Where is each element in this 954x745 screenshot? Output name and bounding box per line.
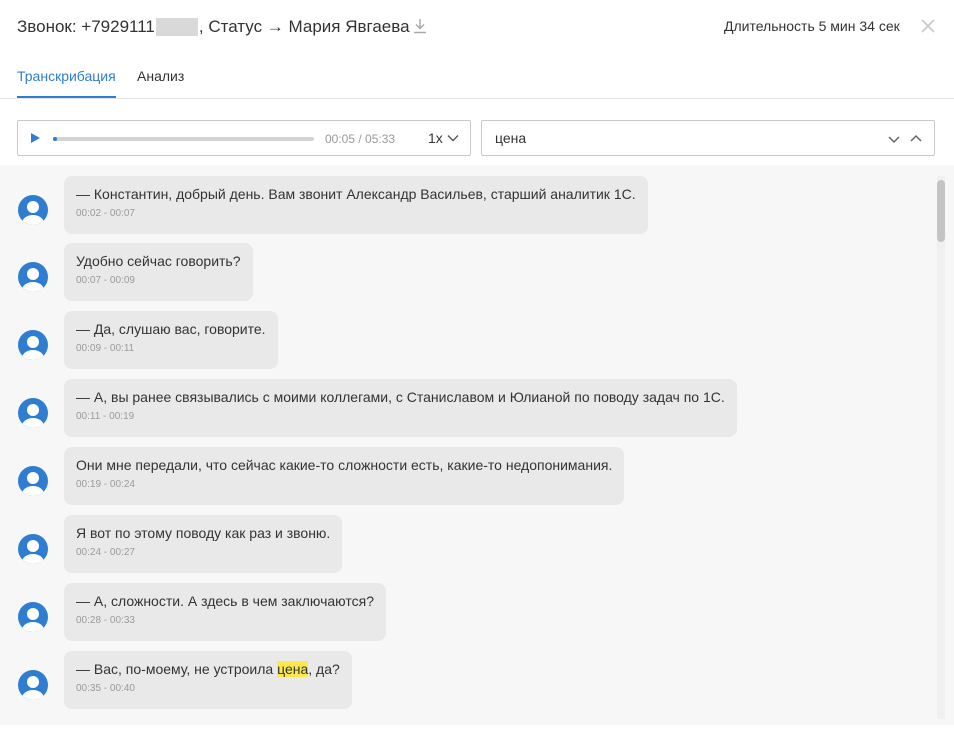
masked-phone-digits	[155, 18, 198, 36]
tab-bar: Транскрибация Анализ	[0, 58, 954, 99]
tab-transcription[interactable]: Транскрибация	[17, 68, 116, 98]
message-bubble: Я вот по этому поводу как раз и звоню. 0…	[64, 515, 343, 573]
message-timestamp[interactable]: 00:02 - 00:07	[76, 208, 636, 219]
message-bubble: — Да, слушаю вас, говорите. 00:09 - 00:1…	[64, 311, 278, 369]
message-timestamp[interactable]: 00:07 - 00:09	[76, 275, 241, 286]
search-input[interactable]	[495, 130, 875, 146]
transcript-message: Удобно сейчас говорить? 00:07 - 00:09	[0, 232, 930, 301]
playback-time: 00:05 / 05:33	[325, 132, 396, 146]
avatar	[18, 195, 48, 225]
message-bubble: — А, вы ранее связывались с моими коллег…	[64, 379, 737, 437]
playback-progress-bar[interactable]	[53, 137, 314, 141]
message-text: Я вот по этому поводу как раз и звоню.	[76, 525, 331, 541]
previous-match-chevron-up-icon[interactable]	[909, 132, 923, 146]
dialog-header: Звонок: +7929111 , Статус → Мария Явгаев…	[0, 0, 954, 58]
call-title: Звонок: +7929111 , Статус → Мария Явгаев…	[17, 17, 410, 37]
message-timestamp[interactable]: 00:19 - 00:24	[76, 479, 612, 490]
avatar	[18, 466, 48, 496]
message-bubble: — Вас, по-моему, не устроила цена, да? 0…	[64, 651, 352, 709]
message-text: Они мне передали, что сейчас какие-то сл…	[76, 457, 613, 473]
message-text: — А, вы ранее связывались с моими коллег…	[76, 389, 725, 405]
avatar	[18, 670, 48, 700]
search-highlight: цена	[277, 661, 309, 677]
download-icon[interactable]	[413, 18, 427, 34]
playback-speed-select[interactable]: 1x	[428, 130, 459, 146]
close-icon[interactable]	[921, 19, 935, 33]
transcript-message: — А, сложности. А здесь в чем заключаютс…	[0, 572, 930, 641]
message-text-before: — Вас, по-моему, не устроила	[76, 661, 278, 677]
tab-analysis[interactable]: Анализ	[137, 68, 184, 84]
message-text: — А, сложности. А здесь в чем заключаютс…	[76, 593, 374, 609]
message-bubble: — Константин, добрый день. Вам звонит Ал…	[64, 176, 648, 234]
message-timestamp[interactable]: 00:11 - 00:19	[76, 411, 725, 422]
avatar	[18, 398, 48, 428]
transcript-message: — Константин, добрый день. Вам звонит Ал…	[0, 165, 930, 234]
message-bubble: Удобно сейчас говорить? 00:07 - 00:09	[64, 243, 253, 301]
audio-player: 00:05 / 05:33 1x	[17, 120, 471, 156]
message-timestamp[interactable]: 00:09 - 00:11	[76, 343, 266, 354]
play-icon[interactable]	[28, 131, 42, 145]
playback-speed-value: 1x	[428, 130, 443, 146]
call-title-suffix: , Статус → Мария Явгаева	[198, 17, 410, 36]
call-duration: Длительность 5 мин 34 сек	[724, 18, 900, 34]
transcript-message: Они мне передали, что сейчас какие-то сл…	[0, 436, 930, 505]
transcript-scrollbar[interactable]	[937, 176, 945, 719]
message-text: — Константин, добрый день. Вам звонит Ал…	[76, 186, 636, 202]
message-bubble: — А, сложности. А здесь в чем заключаютс…	[64, 583, 386, 641]
next-match-chevron-down-icon[interactable]	[887, 132, 901, 146]
transcript-message: — Вас, по-моему, не устроила цена, да? 0…	[0, 640, 930, 709]
message-text-after: , да?	[308, 661, 340, 677]
playback-progress-fill	[53, 137, 57, 141]
avatar	[18, 534, 48, 564]
scrollbar-thumb[interactable]	[937, 180, 945, 242]
message-text: Удобно сейчас говорить?	[76, 253, 241, 269]
transcript-panel[interactable]: — Константин, добрый день. Вам звонит Ал…	[0, 165, 954, 725]
avatar	[18, 262, 48, 292]
message-timestamp[interactable]: 00:28 - 00:33	[76, 615, 374, 626]
transcript-message: — А, вы ранее связывались с моими коллег…	[0, 368, 930, 437]
message-text: — Да, слушаю вас, говорите.	[76, 321, 266, 337]
avatar	[18, 330, 48, 360]
transcript-message: — Да, слушаю вас, говорите. 00:09 - 00:1…	[0, 300, 930, 369]
call-title-prefix: Звонок: +7929111	[17, 17, 155, 36]
avatar	[18, 602, 48, 632]
message-text: — Вас, по-моему, не устроила цена, да?	[76, 660, 340, 678]
chevron-down-icon	[447, 135, 459, 142]
message-timestamp[interactable]: 00:24 - 00:27	[76, 547, 330, 558]
transcript-search	[481, 120, 935, 156]
message-bubble: Они мне передали, что сейчас какие-то сл…	[64, 447, 625, 505]
transcript-message: Я вот по этому поводу как раз и звоню. 0…	[0, 504, 930, 573]
message-timestamp[interactable]: 00:35 - 00:40	[76, 683, 340, 694]
